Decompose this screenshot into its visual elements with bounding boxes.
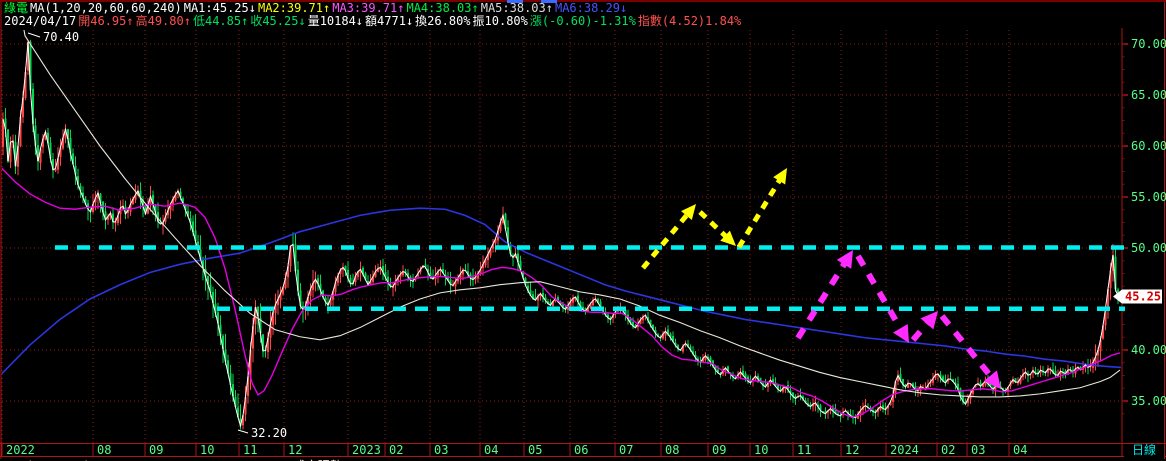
x-axis-tick: 12 xyxy=(288,443,302,457)
x-axis-tick: 02 xyxy=(941,443,955,457)
last-price-marker: 45.25 xyxy=(1113,289,1162,304)
x-axis-tick: 10 xyxy=(754,443,768,457)
candlestick-chart-canvas[interactable]: 2022 08 09 10 11 12 2023 02 03 04 05 06 07 08 09 10 11 12… xyxy=(0,0,1166,461)
header-segment: 2024/04/17 xyxy=(4,14,77,28)
x-axis-tick: 04 xyxy=(484,443,498,457)
top-edge-marker-icon xyxy=(507,0,523,3)
top-edge-marker-icon xyxy=(541,0,557,3)
x-axis-tick: 06 xyxy=(574,443,588,457)
period-daily-button[interactable]: 日線 xyxy=(1124,444,1164,457)
y-axis-label: 60.00 xyxy=(1131,139,1166,153)
x-axis-tick: 2022 xyxy=(6,443,35,457)
header-segment: 指數(4.52)1.84% xyxy=(637,14,742,28)
header-segment: 開46.95↑ xyxy=(78,14,134,28)
y-axis-label: 40.00 xyxy=(1131,343,1166,357)
header-segment: 漲(-0.60)-1.31% xyxy=(529,14,636,28)
ma240-line xyxy=(2,207,1121,375)
x-axis-tick: 02 xyxy=(389,443,403,457)
x-axis-tick: 08 xyxy=(665,443,679,457)
header-segment: MA5:38.03↑ xyxy=(480,1,553,15)
x-axis-tick: 12 xyxy=(845,443,859,457)
header-segment: 高49.80↑ xyxy=(135,14,191,28)
y-axis-label: 65.00 xyxy=(1131,88,1166,102)
x-axis-tick: 09 xyxy=(712,443,726,457)
x-axis-tick: 09 xyxy=(149,443,163,457)
svg-text:45.25: 45.25 xyxy=(1125,289,1161,303)
x-axis-tick: 03 xyxy=(434,443,448,457)
ma-lines xyxy=(2,30,1121,428)
window-top-border xyxy=(0,0,1166,2)
volume-header-line: VOL(5,10,20)MA1:4060↑MA2:2593↑MA3:4010↑成… xyxy=(4,457,394,461)
header-segment: 振10.80% xyxy=(472,14,528,28)
chart-frame: 2022 08 09 10 11 12 2023 02 03 04 05 06 07 08 09 10 11 12… xyxy=(0,2,1166,459)
x-axis-tick: 10 xyxy=(200,443,214,457)
header-segment: 綠電 xyxy=(4,1,29,15)
header-segment: MA2:39.71↑ xyxy=(257,1,331,15)
yellow-zigzag-arrows[interactable] xyxy=(641,168,787,270)
header-segment: MA1:45.25↓ xyxy=(183,1,256,15)
candle-series xyxy=(2,39,1119,430)
close-line xyxy=(2,41,1119,428)
header-segment: MA6:38.29↓ xyxy=(554,1,628,15)
header-segment: MA(1,20,20,60,60,240) xyxy=(30,1,182,15)
x-axis-tick: 2023 xyxy=(352,443,381,457)
header-segment: MA3:39.71↑ xyxy=(332,1,405,15)
magenta-zigzag-arrows[interactable] xyxy=(795,250,1001,389)
header-segment: 量10184↓ xyxy=(307,14,364,28)
y-axis-label: 35.00 xyxy=(1131,394,1166,408)
extreme-price-label: 32.20 xyxy=(251,426,287,440)
x-axis-tick: 03 xyxy=(971,443,985,457)
stock-chart-app: 綠電 MA(1,20,20,60,60,240) MA1:45.25↓ MA2:39.… xyxy=(0,0,1166,461)
y-axis-label: 55.00 xyxy=(1131,190,1166,204)
header-segment: 額4771↓ xyxy=(365,14,414,28)
header-segment: 換26.80% xyxy=(415,14,471,28)
x-axis-tick: 08 xyxy=(97,443,111,457)
extreme-price-label: 70.40 xyxy=(43,30,79,44)
header-segment: MA4:38.03↑ xyxy=(406,1,479,15)
quote-header-line: 2024/04/17 開46.95↑ 高49.80↑ 低44.85↑ 收45.25↓ 量1… xyxy=(4,15,743,28)
x-axis-tick: 11 xyxy=(797,443,811,457)
x-axis-tick: 05 xyxy=(528,443,542,457)
y-axis-label: 70.00 xyxy=(1131,37,1166,51)
x-axis-tick: 2024 xyxy=(890,443,919,457)
header-segment: 低44.85↑ xyxy=(192,14,249,28)
header-segment: 收45.25↓ xyxy=(250,14,306,28)
x-axis-tick: 07 xyxy=(619,443,633,457)
x-axis-tick: 04 xyxy=(1013,443,1027,457)
ma60-line xyxy=(23,30,1121,398)
x-axis-tick: 11 xyxy=(243,443,257,457)
y-axis-label: 50.00 xyxy=(1131,241,1166,255)
